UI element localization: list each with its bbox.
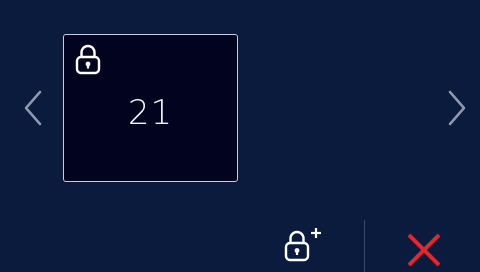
code-number: 21 [127,93,174,133]
chevron-right-icon [448,90,466,126]
close-button[interactable] [404,230,444,270]
next-button[interactable] [442,88,470,128]
add-lock-button[interactable] [280,224,326,268]
screen: 21 [0,0,480,272]
divider [364,220,365,272]
previous-button[interactable] [20,88,48,128]
code-card[interactable]: 21 [63,34,238,182]
close-x-icon [407,233,441,267]
chevron-left-icon [24,90,42,126]
padlock-icon [75,43,101,75]
padlock-plus-icon [284,228,321,262]
